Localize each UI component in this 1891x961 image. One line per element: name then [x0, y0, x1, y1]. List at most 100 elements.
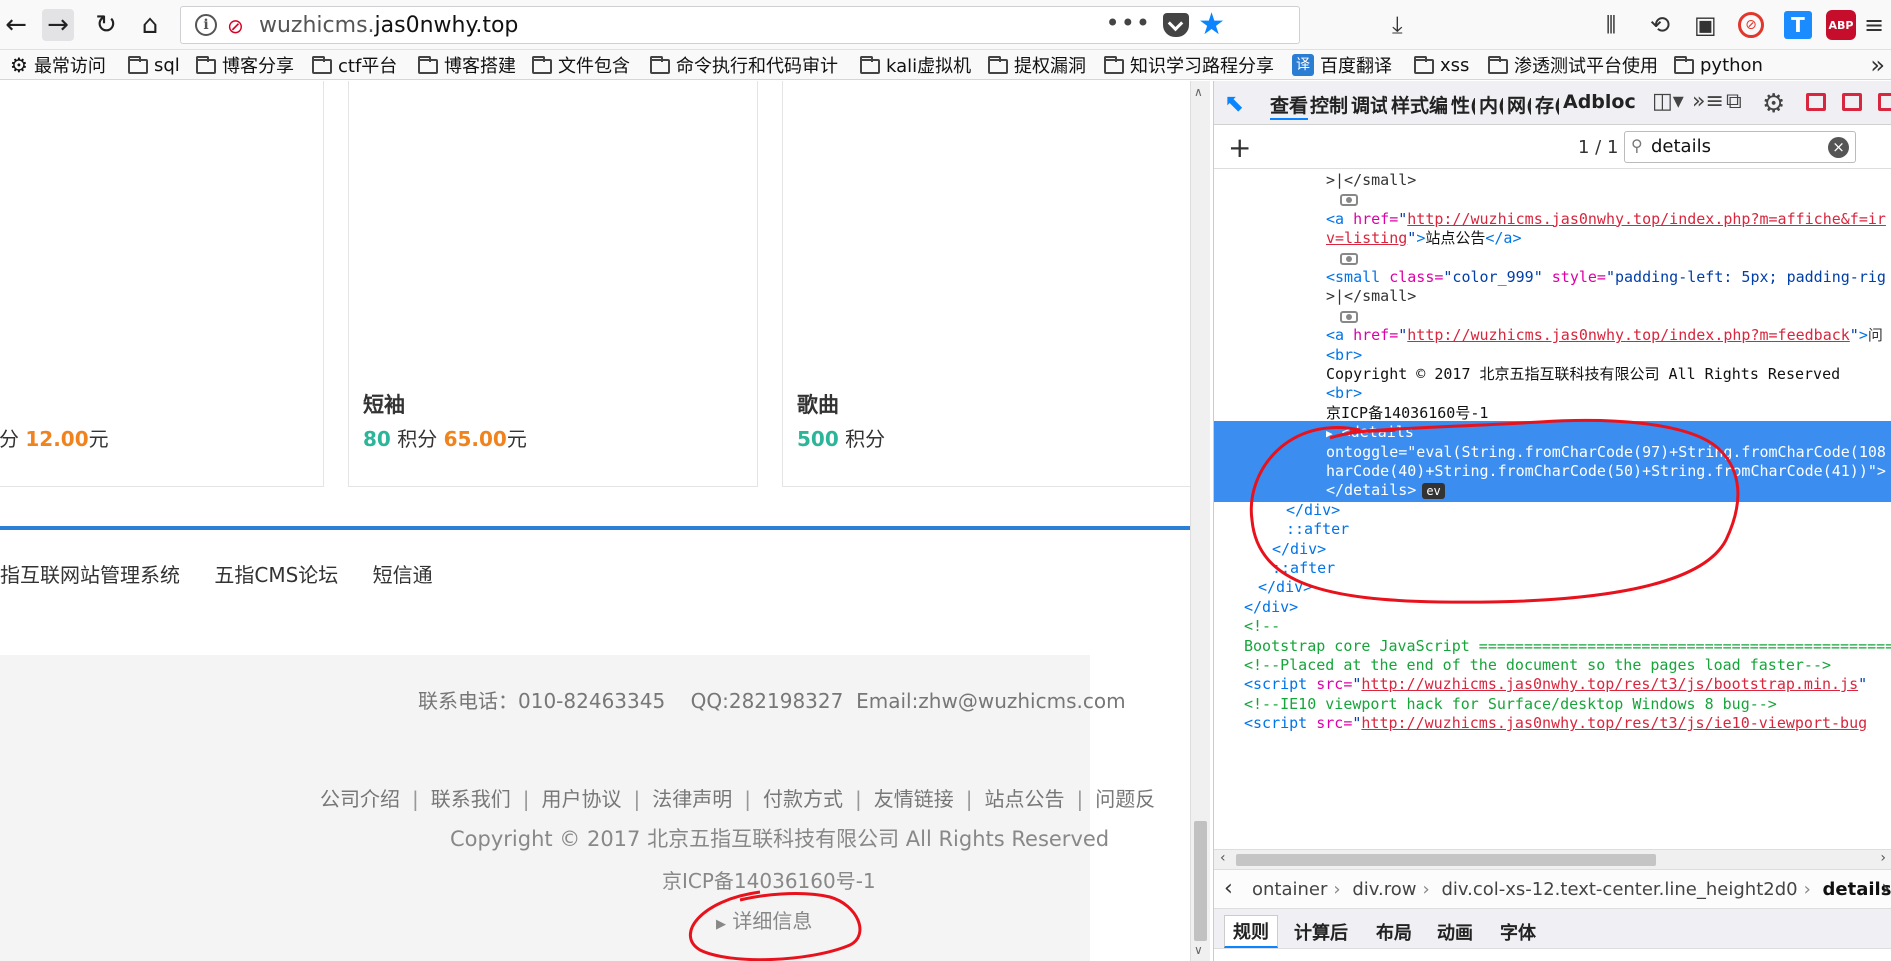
settings-gear-icon[interactable]: ⚙	[1762, 89, 1785, 119]
hscroll-thumb[interactable]	[1236, 854, 1656, 866]
footer-link[interactable]: 友情链接	[874, 787, 954, 811]
bookmark-item[interactable]: python	[1674, 53, 1763, 77]
footer-icp[interactable]: 京ICP备14036160号-1	[662, 865, 876, 894]
menu-button[interactable]: ≡	[1864, 8, 1884, 42]
extension-button-t[interactable]: T	[1784, 8, 1812, 42]
bookmark-item[interactable]: 博客分享	[196, 53, 294, 77]
bookmark-item[interactable]: ⚙ 最常访问	[10, 53, 106, 77]
product-card[interactable]: 短袖 80 积分 65.00元	[348, 81, 758, 487]
page-actions-icon[interactable]: •••	[1106, 9, 1151, 37]
tab-inspector[interactable]: 查看	[1270, 91, 1308, 120]
product-card[interactable]: 歌曲 500 积分	[782, 81, 1190, 487]
tab-storage[interactable]: 存(	[1535, 91, 1559, 118]
url-text[interactable]: wuzhicms.jas0nwhy.top	[259, 13, 518, 38]
product-card[interactable]: 分 12.00元	[0, 81, 324, 487]
folder-icon	[532, 55, 552, 74]
bookmark-item[interactable]: ctf平台	[312, 53, 397, 77]
site-info-icon[interactable]: i	[195, 14, 217, 36]
search-query[interactable]: details	[1651, 136, 1711, 157]
reload-button[interactable]: ↻	[90, 9, 122, 41]
tab-memory[interactable]: 内(	[1479, 91, 1503, 118]
markup-view[interactable]: >|</small> <a href="http://wuzhicms.jas0n…	[1214, 169, 1891, 849]
details-element[interactable]: ▶ 详细信息	[716, 905, 812, 934]
bookmarks-overflow-icon[interactable]: »	[1870, 51, 1885, 79]
home-button[interactable]: ⌂	[134, 9, 166, 41]
scroll-up-icon[interactable]: ∧	[1194, 85, 1203, 99]
library-button[interactable]: ⫴	[1606, 8, 1616, 42]
footer-link[interactable]: 站点公告	[985, 787, 1065, 811]
tab-adblock[interactable]: Adbloc	[1563, 91, 1635, 113]
details-summary[interactable]: 详细信息	[732, 909, 812, 933]
pocket-icon[interactable]	[1163, 13, 1189, 37]
folder-icon	[1674, 55, 1694, 74]
bookmark-item[interactable]: 博客搭建	[418, 53, 516, 77]
partner-link[interactable]: 指互联网站管理系统	[0, 563, 180, 587]
tab-performance[interactable]: 性(	[1451, 91, 1475, 118]
extension-button-1[interactable]: ▣	[1694, 8, 1717, 42]
tab-style-editor[interactable]: 样式编	[1391, 91, 1447, 118]
footer-link[interactable]: 公司介绍	[320, 787, 400, 811]
footer-link[interactable]: 法律声明	[652, 787, 732, 811]
product-points-unit: 分	[0, 427, 19, 451]
page-scrollbar[interactable]: ∧ ∨	[1190, 81, 1210, 961]
markup-hscrollbar[interactable]: ‹ ›	[1214, 849, 1891, 869]
markup-line[interactable]: <script src="http://wuzhicms.jas0nwhy.to…	[1214, 712, 1891, 735]
clear-search-icon[interactable]: ×	[1828, 137, 1849, 158]
subtab-layout[interactable]: 布局	[1376, 919, 1412, 945]
bookmark-star-icon[interactable]: ★	[1198, 7, 1225, 42]
product-price: 80 积分 65.00元	[363, 423, 527, 452]
bookmark-item[interactable]: xss	[1414, 53, 1469, 77]
partner-link[interactable]: 五指CMS论坛	[214, 563, 338, 587]
bookmark-item[interactable]: 提权漏洞	[988, 53, 1086, 77]
breadcrumb-item[interactable]: ontainer	[1252, 879, 1327, 900]
product-points-unit: 积分	[845, 427, 886, 451]
bookmark-item[interactable]: 知识学习路程分享	[1104, 53, 1274, 77]
extension-button-2[interactable]: ⊘	[1738, 8, 1764, 42]
tab-network[interactable]: 网(	[1507, 91, 1531, 118]
partner-link[interactable]: 短信通	[373, 563, 433, 587]
breadcrumb-right-icon[interactable]: ›	[1881, 876, 1890, 901]
bookmark-item[interactable]: kali虚拟机	[860, 53, 971, 77]
sidebar-toggle-icon[interactable]: ◫▾	[1652, 89, 1684, 114]
tab-debugger[interactable]: 调试	[1351, 91, 1387, 118]
bookmark-item[interactable]: 渗透测试平台使用	[1488, 53, 1658, 77]
breadcrumb-left-icon[interactable]: ‹	[1224, 876, 1233, 901]
history-button[interactable]: ⟲	[1650, 8, 1670, 42]
html-search-input[interactable]: ⚲ details ×	[1624, 131, 1856, 163]
scroll-down-icon[interactable]: ∨	[1194, 943, 1203, 957]
bookmark-item[interactable]: 命令执行和代码审计	[650, 53, 838, 77]
footer-link[interactable]: 联系我们	[431, 787, 511, 811]
scroll-thumb[interactable]	[1194, 821, 1207, 941]
close-devtools-icon[interactable]	[1878, 93, 1891, 111]
bookmark-item[interactable]: sql	[128, 53, 180, 77]
bookmark-item[interactable]: 译百度翻译	[1292, 53, 1392, 77]
breadcrumb-item[interactable]: div.col-xs-12.text-center.line_height2d0	[1441, 879, 1797, 900]
footer-link[interactable]: 付款方式	[763, 787, 843, 811]
tab-console[interactable]: 控制	[1310, 91, 1348, 118]
footer-link[interactable]: 用户协议	[542, 787, 622, 811]
back-button[interactable]: ←	[0, 9, 32, 41]
breadcrumb-item[interactable]: div.row	[1352, 879, 1416, 900]
subtab-rules[interactable]: 规则	[1224, 915, 1278, 948]
responsive-mode-icon[interactable]: ⧉	[1726, 89, 1742, 114]
element-picker-icon[interactable]: ⬉	[1224, 89, 1252, 117]
bookmark-item[interactable]: 文件包含	[532, 53, 630, 77]
subtab-fonts[interactable]: 字体	[1500, 919, 1536, 945]
subtab-animations[interactable]: 动画	[1437, 919, 1473, 945]
product-name[interactable]: 歌曲	[797, 389, 839, 419]
adblock-plus-button[interactable]: ABP	[1826, 8, 1856, 42]
insecure-lock-icon[interactable]: ⊘	[227, 14, 244, 38]
add-node-icon[interactable]: +	[1228, 131, 1251, 164]
product-name[interactable]: 短袖	[363, 389, 405, 419]
footer-links: 公司介绍 | 联系我们 | 用户协议 | 法律声明 | 付款方式 | 友情链接 | 站点公告 | 问题反	[320, 783, 1155, 812]
footer-link[interactable]: 问题反	[1095, 787, 1155, 811]
forward-button[interactable]: →	[42, 9, 74, 41]
url-bar[interactable]: i ⊘ wuzhicms.jas0nwhy.top ••• ★	[180, 6, 1300, 44]
overflow-tabs-icon[interactable]: »≡	[1692, 89, 1724, 114]
scroll-right-icon[interactable]: ›	[1880, 850, 1886, 866]
dock-bottom-icon[interactable]	[1806, 93, 1826, 111]
subtab-computed[interactable]: 计算后	[1294, 919, 1348, 945]
dock-side-icon[interactable]	[1842, 93, 1862, 111]
download-button[interactable]: ⤓	[1392, 8, 1403, 42]
scroll-left-icon[interactable]: ‹	[1220, 850, 1226, 866]
